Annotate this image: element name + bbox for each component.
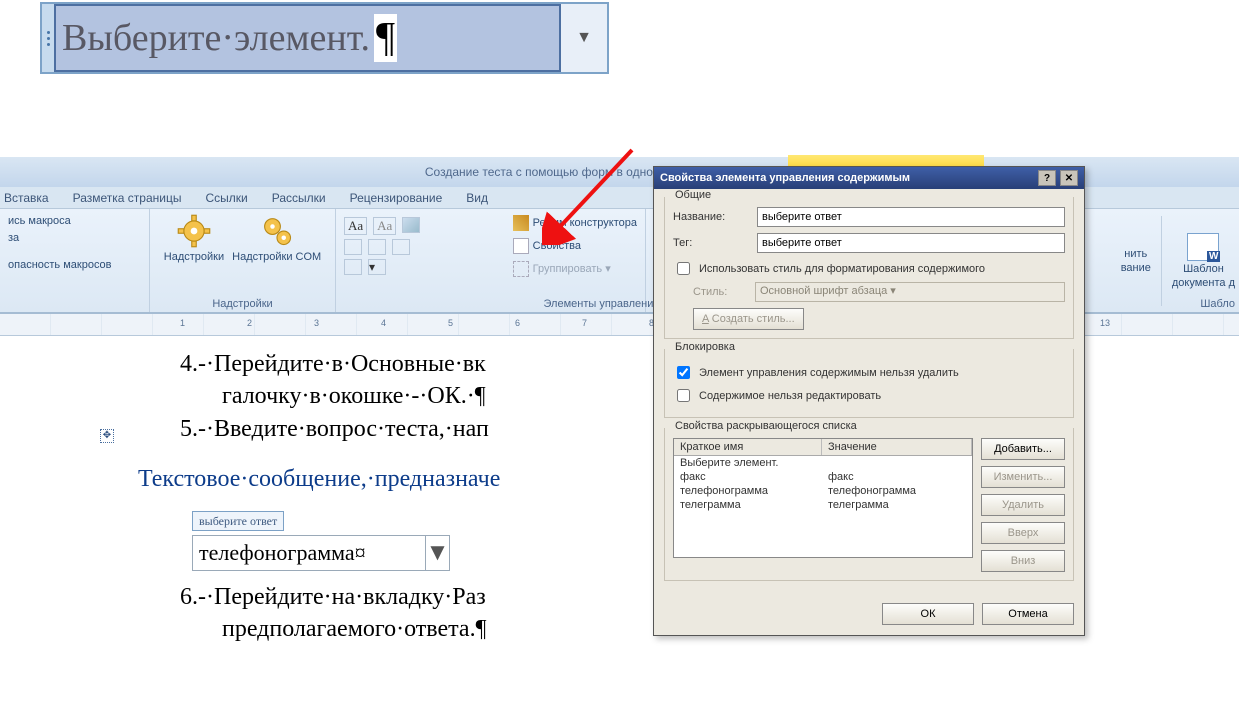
group-button[interactable]: Группировать ▾ <box>513 261 637 278</box>
close-button[interactable]: ✕ <box>1060 170 1078 186</box>
col-header-name: Краткое имя <box>674 439 822 455</box>
up-button: Вверх <box>981 522 1065 544</box>
tab-mailings[interactable]: Рассылки <box>272 191 326 205</box>
tab-review[interactable]: Рецензирование <box>350 191 443 205</box>
fieldset-lock: Блокировка Элемент управления содержимым… <box>664 349 1074 418</box>
content-control-placeholder: Выберите·элемент. <box>62 16 370 60</box>
content-control-tag: выберите ответ <box>192 511 284 531</box>
name-label: Название: <box>673 211 751 223</box>
design-mode-button[interactable]: Режим конструктора <box>513 215 637 232</box>
table-row[interactable]: Выберите элемент. <box>674 456 972 470</box>
legacy-more-icon[interactable]: ▾ <box>368 259 386 275</box>
object-anchor-icon: ✥ <box>100 429 114 443</box>
grip-handle[interactable] <box>42 4 54 72</box>
group-label-templates: Шабло <box>1200 298 1235 310</box>
ribbon-group-addins: Надстройки Надстройки COM Надстройки <box>150 209 336 312</box>
content-control-dropdown[interactable]: ▼ <box>561 4 607 72</box>
cancel-button[interactable]: Отмена <box>982 603 1074 625</box>
fieldset-common: Общие Название: Тег: Использовать стиль … <box>664 197 1074 339</box>
dropdown-control-icon[interactable] <box>368 239 386 255</box>
edit-button: Изменить... <box>981 466 1065 488</box>
col-header-value: Значение <box>822 439 972 455</box>
dialog-titlebar[interactable]: Свойства элемента управления содержимым … <box>654 167 1084 189</box>
lock-edit-checkbox[interactable] <box>677 389 690 402</box>
content-control-arrow[interactable]: ▼ <box>425 536 449 570</box>
dialog-title: Свойства элемента управления содержимым <box>660 172 1034 184</box>
inline-content-control: выберите ответ телефонограмма¤ ▼ <box>100 502 450 571</box>
use-style-checkbox[interactable] <box>677 262 690 275</box>
rich-text-control-icon[interactable]: Aa <box>344 217 367 235</box>
delete-button: Удалить <box>981 494 1065 516</box>
tab-insert[interactable]: Вставка <box>4 191 49 205</box>
table-row[interactable]: телеграммателеграмма <box>674 498 972 512</box>
style-label: Стиль: <box>693 286 749 298</box>
content-control-properties-dialog: Свойства элемента управления содержимым … <box>653 166 1085 636</box>
date-control-icon[interactable] <box>392 239 410 255</box>
ruler-pencil-icon <box>513 215 529 231</box>
tag-input[interactable] <box>757 233 1065 253</box>
table-row[interactable]: факсфакс <box>674 470 972 484</box>
gear-pair-icon <box>259 213 295 249</box>
picture-control-icon[interactable] <box>402 217 420 233</box>
legend-lock: Блокировка <box>671 341 739 353</box>
addins-button[interactable]: Надстройки <box>164 213 224 263</box>
lock-delete-checkbox[interactable] <box>677 366 690 379</box>
gear-icon <box>176 213 212 249</box>
legend-common: Общие <box>671 189 715 201</box>
group-icon <box>513 261 529 277</box>
style-select: Основной шрифт абзаца ▾ <box>755 282 1065 302</box>
partial-text: ись макроса за опасность макросов <box>8 213 112 274</box>
tab-page-layout[interactable]: Разметка страницы <box>73 191 182 205</box>
add-button[interactable]: Добавить... <box>981 438 1065 460</box>
fieldset-list: Свойства раскрывающегося списка Краткое … <box>664 428 1074 581</box>
document-template-button[interactable]: W Шаблон документа д <box>1172 233 1235 289</box>
name-input[interactable] <box>757 207 1065 227</box>
group-label-addins: Надстройки <box>212 298 272 310</box>
pilcrow-mark: ¶ <box>374 14 397 62</box>
group-label-controls: Элементы управления <box>544 298 660 310</box>
partial-protect-button[interactable]: нить вание <box>1121 248 1151 274</box>
help-button[interactable]: ? <box>1038 170 1056 186</box>
doc-line-4a: 4.-·Перейдите·в·Основные·вк <box>180 351 486 377</box>
word-doc-icon: W <box>1187 233 1219 261</box>
ribbon-group-partial-left: ись макроса за опасность макросов <box>0 209 150 312</box>
content-control-value[interactable]: телефонограмма¤ <box>193 536 425 570</box>
table-row[interactable]: телефонограммателефонограмма <box>674 484 972 498</box>
plain-text-control-icon[interactable]: Aa <box>373 217 396 235</box>
ribbon-group-controls: Aa Aa ▾ Режим конструктора <box>336 209 646 312</box>
com-addins-button[interactable]: Надстройки COM <box>232 213 321 263</box>
hand-sheet-icon <box>513 238 529 254</box>
legend-list: Свойства раскрывающегося списка <box>671 420 861 432</box>
tag-label: Тег: <box>673 237 751 249</box>
lock-delete-label: Элемент управления содержимым нельзя уда… <box>699 367 959 379</box>
tab-view[interactable]: Вид <box>466 191 488 205</box>
use-style-label: Использовать стиль для форматирования со… <box>699 263 985 275</box>
ok-button[interactable]: ОК <box>882 603 974 625</box>
list-entries-table[interactable]: Краткое имя Значение Выберите элемент.фа… <box>673 438 973 558</box>
create-style-button: A Создать стиль... <box>693 308 804 330</box>
combo-control-icon[interactable] <box>344 239 362 255</box>
lock-edit-label: Содержимое нельзя редактировать <box>699 390 881 402</box>
down-button: Вниз <box>981 550 1065 572</box>
tab-references[interactable]: Ссылки <box>205 191 247 205</box>
doc-line-6a: 6.-·Перейдите·на·вкладку·Раз <box>180 584 486 610</box>
properties-button[interactable]: Свойства <box>513 238 637 255</box>
legacy-tools-icon[interactable] <box>344 259 362 275</box>
content-control-sample: Выберите·элемент. ¶ ▼ <box>40 2 609 74</box>
